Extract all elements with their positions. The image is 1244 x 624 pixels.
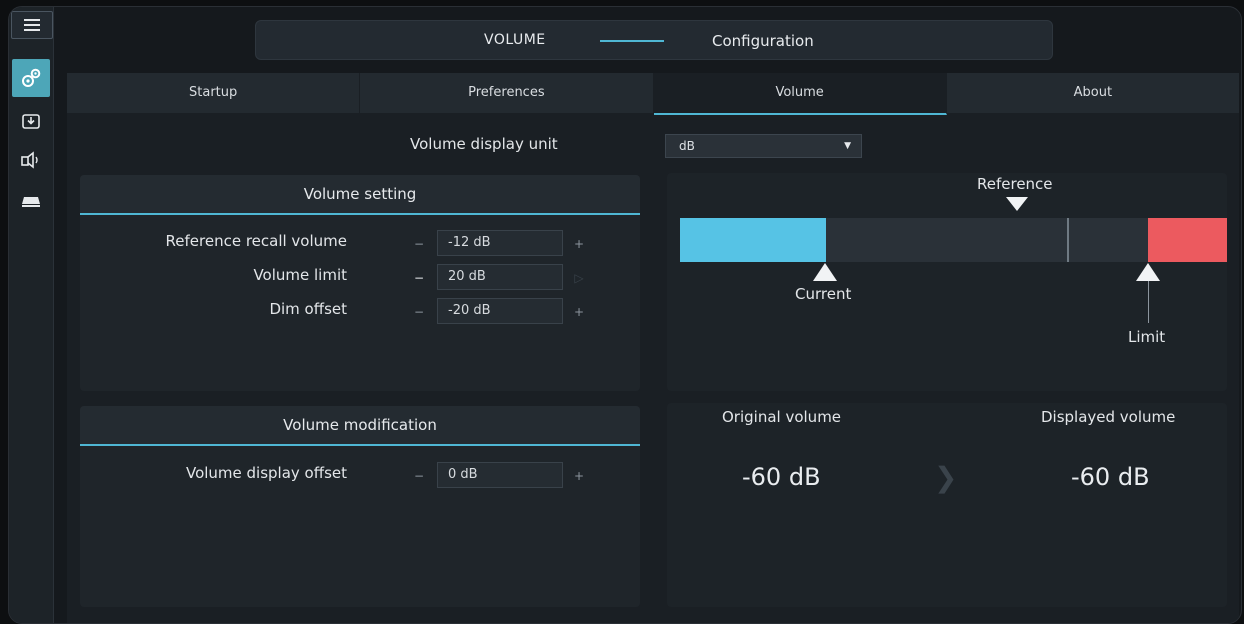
gears-icon [22, 68, 41, 87]
title-bar: VOLUME Configuration [255, 20, 1053, 60]
tab-about[interactable]: About [946, 73, 1239, 113]
display-unit-value: dB [679, 139, 695, 153]
volume-setting-section: Volume setting Reference recall volume −… [80, 175, 640, 391]
sidebar-item-speaker[interactable] [12, 143, 50, 177]
limit-label: Limit [1128, 328, 1166, 346]
volume-title: VOLUME [484, 32, 546, 48]
volume-setting-title: Volume setting [80, 175, 640, 215]
reference-label: Reference [977, 175, 1053, 193]
current-level-fill [680, 218, 826, 262]
volume-gauge-bar [680, 218, 1227, 262]
main-panel: Startup Preferences Volume About Volume … [67, 73, 1239, 623]
current-label: Current [795, 285, 852, 303]
sidebar-item-device[interactable] [12, 185, 50, 219]
dim-increment-button[interactable]: + [572, 305, 586, 319]
volume-limit-label: Volume limit [253, 266, 347, 284]
offset-decrement-button[interactable]: − [412, 469, 426, 483]
chevron-right-icon: ❯ [934, 461, 958, 494]
dim-offset-label: Dim offset [269, 300, 347, 318]
current-marker-icon[interactable] [813, 263, 837, 281]
title-divider [600, 40, 664, 42]
menu-button[interactable] [11, 11, 53, 39]
tab-preferences[interactable]: Preferences [360, 73, 654, 113]
dropdown-arrow-icon: ▼ [844, 141, 851, 151]
displayed-volume-label: Displayed volume [1041, 408, 1176, 426]
offset-increment-button[interactable]: + [572, 469, 586, 483]
sidebar-item-configuration[interactable] [12, 59, 50, 97]
volume-modification-title: Volume modification [80, 406, 640, 446]
reference-increment-button[interactable]: + [572, 237, 586, 251]
volume-limit-field[interactable]: 20 dB [437, 264, 563, 290]
reference-recall-field[interactable]: -12 dB [437, 230, 563, 256]
speaker-icon [21, 151, 38, 169]
original-volume-label: Original volume [722, 408, 842, 426]
reference-line [1067, 218, 1069, 262]
tab-startup[interactable]: Startup [67, 73, 361, 113]
volume-modification-section: Volume modification Volume display offse… [80, 406, 640, 607]
limit-decrement-button[interactable]: − [412, 271, 426, 285]
volume-readout-panel: Original volume Displayed volume -60 dB … [667, 403, 1227, 607]
display-unit-label: Volume display unit [410, 135, 558, 153]
sidebar-item-import[interactable] [12, 104, 50, 138]
limit-zone [1148, 218, 1227, 262]
limit-increment-button[interactable]: ▷ [572, 271, 586, 285]
reference-decrement-button[interactable]: − [412, 237, 426, 251]
displayed-volume-value: -60 dB [1071, 463, 1150, 491]
device-icon [22, 197, 40, 207]
hamburger-menu-icon [24, 19, 40, 31]
tab-bar: Startup Preferences Volume About [67, 73, 1239, 115]
configuration-title: Configuration [712, 32, 814, 50]
tab-volume[interactable]: Volume [653, 73, 947, 115]
original-volume-value: -60 dB [742, 463, 821, 491]
reference-marker-icon [1006, 197, 1028, 211]
volume-gauge-panel: Reference Current Limit [667, 173, 1227, 391]
import-icon [22, 114, 40, 129]
sidebar [9, 7, 54, 623]
display-unit-select[interactable]: dB ▼ [665, 134, 862, 158]
app-window: VOLUME Configuration Startup Preferences… [8, 6, 1242, 624]
dim-offset-field[interactable]: -20 dB [437, 298, 563, 324]
display-offset-field[interactable]: 0 dB [437, 462, 563, 488]
limit-pointer-line [1148, 281, 1149, 323]
limit-marker-icon[interactable] [1136, 263, 1160, 281]
dim-decrement-button[interactable]: − [412, 305, 426, 319]
reference-recall-label: Reference recall volume [165, 232, 347, 250]
display-offset-label: Volume display offset [185, 464, 347, 482]
